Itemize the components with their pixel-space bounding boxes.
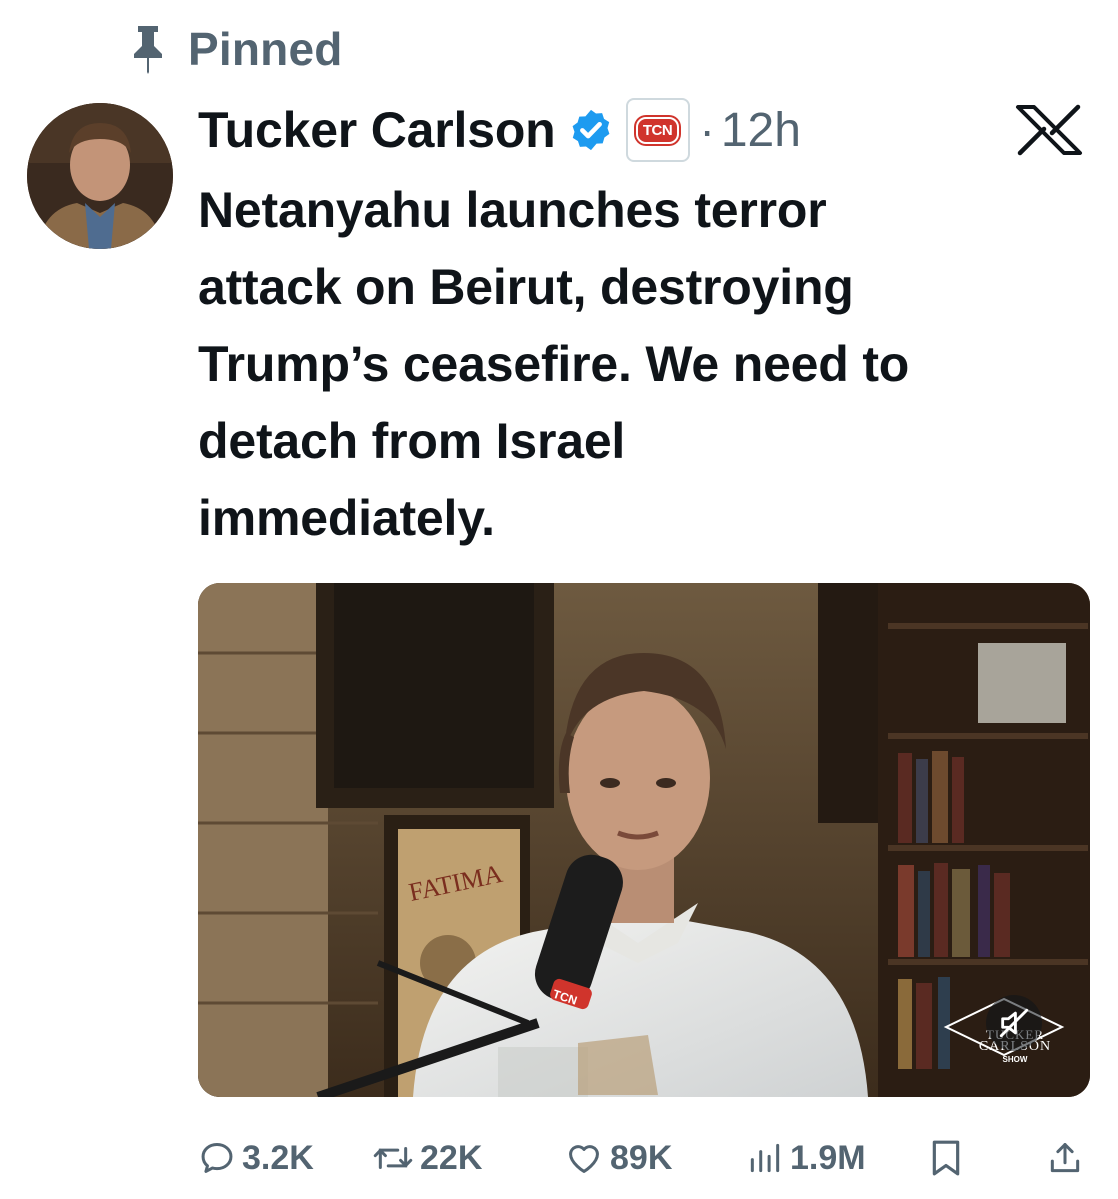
share-icon bbox=[1046, 1138, 1084, 1178]
repost-button[interactable]: 22K bbox=[372, 1132, 482, 1184]
repost-icon bbox=[372, 1139, 414, 1177]
video-player[interactable]: FATIMA TCN TUCKER CARLSON SHOW bbox=[198, 583, 1090, 1097]
tweet-actions: 3.2K 22K 89K 1.9M bbox=[198, 1132, 1090, 1184]
pinned-indicator: Pinned bbox=[130, 22, 343, 76]
author-name[interactable]: Tucker Carlson bbox=[198, 101, 556, 159]
like-button[interactable]: 89K bbox=[564, 1132, 672, 1184]
reply-icon bbox=[198, 1139, 236, 1177]
views-button[interactable]: 1.9M bbox=[746, 1132, 866, 1184]
share-button[interactable] bbox=[1046, 1132, 1084, 1184]
reply-button[interactable]: 3.2K bbox=[198, 1132, 314, 1184]
reply-count: 3.2K bbox=[242, 1138, 314, 1177]
affiliate-badge[interactable]: TCN bbox=[625, 98, 690, 162]
x-logo-icon bbox=[1012, 104, 1086, 156]
muted-speaker-icon bbox=[997, 1006, 1031, 1040]
pinned-label: Pinned bbox=[188, 23, 343, 75]
show-logo-line3: SHOW bbox=[1002, 1055, 1028, 1064]
like-count: 89K bbox=[610, 1138, 673, 1177]
repost-count: 22K bbox=[420, 1138, 483, 1177]
tweet-header: Tucker Carlson TCN · 12h bbox=[198, 96, 801, 164]
timestamp[interactable]: 12h bbox=[721, 103, 801, 158]
bookmark-button[interactable] bbox=[928, 1132, 964, 1184]
views-icon bbox=[746, 1139, 784, 1177]
mute-button[interactable] bbox=[986, 995, 1042, 1051]
views-count: 1.9M bbox=[790, 1138, 866, 1177]
heart-icon bbox=[564, 1139, 604, 1177]
avatar[interactable] bbox=[27, 103, 173, 249]
tweet-text: Netanyahu launches terror attack on Beir… bbox=[198, 182, 910, 546]
verified-badge-icon[interactable] bbox=[568, 107, 614, 153]
bookmark-icon bbox=[928, 1138, 964, 1178]
affiliate-badge-label: TCN bbox=[635, 116, 680, 144]
separator-dot: · bbox=[699, 104, 715, 156]
pin-icon bbox=[130, 24, 166, 74]
